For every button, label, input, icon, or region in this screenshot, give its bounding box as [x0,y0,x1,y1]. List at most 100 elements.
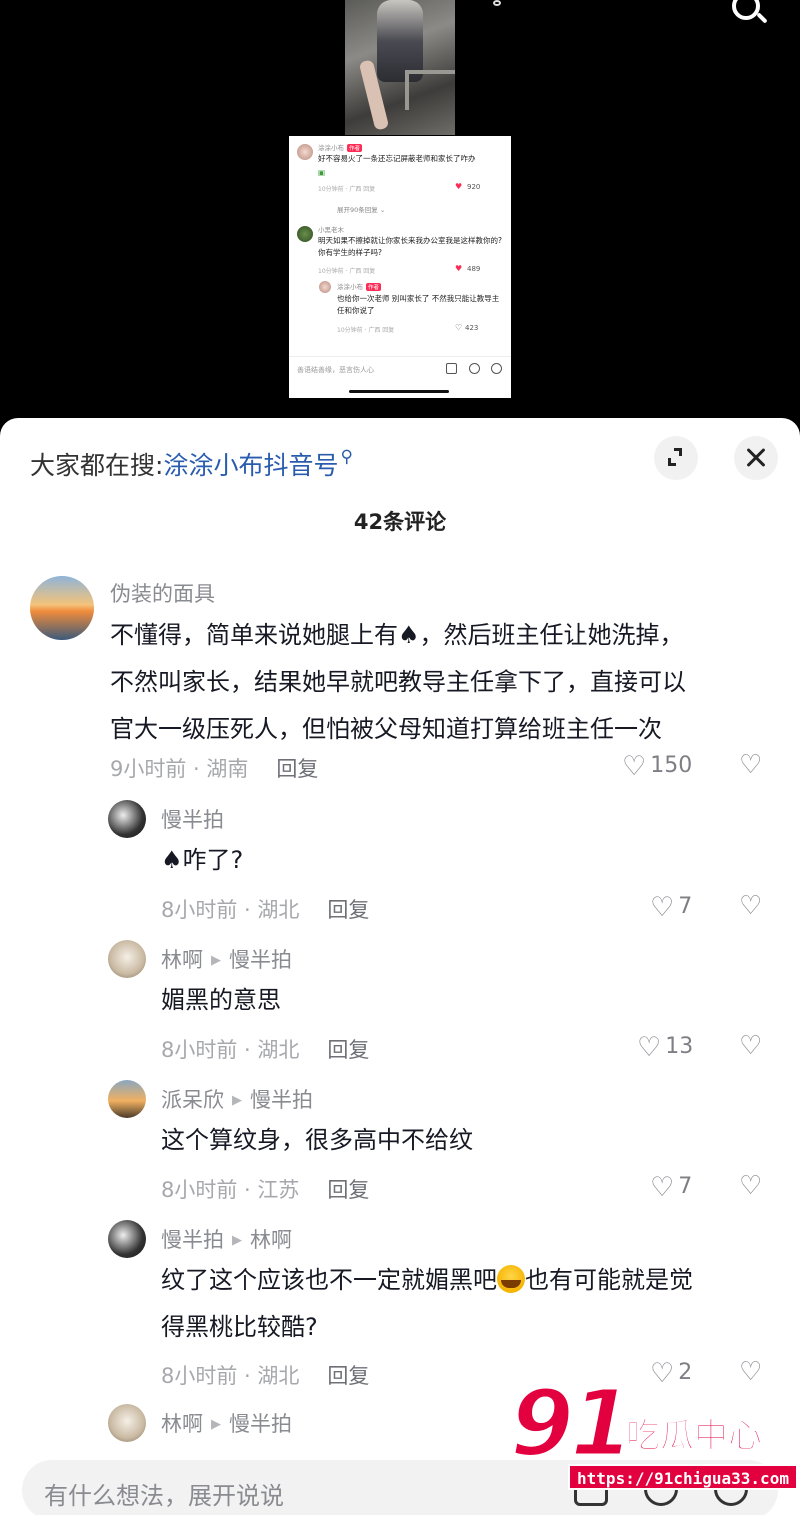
heart-icon: ♡ [637,1032,662,1063]
like-button[interactable]: ♡ 7 [650,892,692,923]
mini-expand-replies: 展开90条回复 ⌄ [337,206,386,214]
comment-username[interactable]: 林啊 [161,948,203,972]
mini-meta: 10分钟前 · 广西 回复 [318,186,376,193]
search-icon[interactable] [726,0,770,36]
search-icon: ⚲ [340,447,353,467]
dislike-icon[interactable]: ♡ [739,891,762,921]
comment-time-location: 8小时前 · 江苏 [161,1178,300,1202]
emoji-icon [491,363,502,374]
reply-target-username[interactable]: 慢半拍 [250,1088,313,1112]
mini-comment-text: 好不容易火了一条还忘记屏蔽老师和家长了咋办 [318,154,476,163]
laughing-crying-emoji-icon [497,1265,525,1293]
close-button[interactable] [734,436,778,480]
avatar [297,144,313,160]
like-button[interactable]: ♡ 7 [650,1172,692,1203]
video-thumbnail[interactable] [345,0,455,135]
comment-sheet: 大家都在搜:涂涂小布抖音号 ⚲ 42条评论 伪装的面具 不懂得，简单来说她腿上有♠… [0,418,800,1515]
mini-like-count: 489 [467,265,481,273]
location-pin-icon [493,0,501,6]
reply-button[interactable]: 回复 [327,1364,369,1388]
comment-text-line: 不然叫家长，结果她早就吧教导主任拿下了，直接可以 [110,668,686,696]
search-suggestion-keyword[interactable]: 涂涂小布抖音号 [163,451,338,480]
comment-text-line: 纹了这个应该也不一定就媚黑吧 也有可能就是觉 [161,1257,693,1304]
reply-arrow-icon: ▶ [232,1093,242,1108]
mini-like-count: 423 [465,324,479,332]
mini-like-count: 920 [467,183,481,191]
reply-target-username[interactable]: 林啊 [250,1228,292,1252]
avatar[interactable] [30,576,94,640]
comment-text-line: 官大一级压死人，但怕被父母知道打算给班主任一次 [110,715,662,743]
expand-icon [674,448,682,456]
avatar[interactable] [108,1404,146,1442]
like-count: 7 [678,894,693,919]
mini-meta: 10分钟前 · 广西 回复 [337,327,395,334]
video-railing [405,70,455,110]
comment-input-placeholder: 有什么想法，展开说说 [44,1482,284,1510]
like-button[interactable]: ♡ 150 [622,751,692,782]
search-suggestion[interactable]: 大家都在搜:涂涂小布抖音号 ⚲ [30,446,353,482]
heart-icon: ♥ [455,264,463,273]
mini-username: 涂涂小布 [318,144,344,152]
comment-time-location: 8小时前 · 湖北 [161,1364,300,1388]
reply-arrow-icon: ▶ [211,1417,221,1432]
reply-button[interactable]: 回复 [276,757,318,781]
like-count: 13 [665,1034,694,1059]
reply-arrow-icon: ▶ [232,1233,242,1248]
comment-username[interactable]: 慢半拍 [161,804,224,834]
avatar [297,226,313,242]
like-count: 150 [650,753,693,778]
home-indicator [349,390,449,393]
heart-icon: ♡ [622,751,647,782]
author-badge: 作者 [366,283,382,291]
comment-username[interactable]: 林啊 [161,1412,203,1436]
expand-button[interactable] [654,436,698,480]
comment-username[interactable]: 慢半拍 [161,1228,224,1252]
reply-arrow-icon: ▶ [211,953,221,968]
like-button[interactable]: ♡ 13 [637,1032,693,1063]
avatar[interactable] [108,940,146,978]
mini-meta: 10分钟前 · 广西 回复 [318,268,376,275]
mini-input-placeholder: 善语结善缘，恶言伤人心 [297,366,374,374]
comment-count-title: 42条评论 [353,510,447,534]
avatar[interactable] [108,1220,146,1258]
dislike-icon[interactable]: ♡ [739,750,762,780]
reply-target-username[interactable]: 慢半拍 [229,948,292,972]
comment-text-line: 不懂得，简单来说她腿上有♠，然后班主任让她洗掉， [110,621,684,649]
dislike-icon[interactable]: ♡ [739,1171,762,1201]
watermark-logo: 91 吃瓜中心 https://91chigua33.com [508,1369,800,1515]
search-suggestion-prefix: 大家都在搜: [30,451,164,480]
comment-username[interactable]: 派呆欣 [161,1088,224,1112]
reply-target-username[interactable]: 慢半拍 [229,1412,292,1436]
comment-time-location: 8小时前 · 湖北 [161,1038,300,1062]
heart-outline-icon: ♡ [455,323,463,332]
mini-comment-text: 也给你一次老师 别叫家长了 不然我只能让教导主任和你说了 [337,294,500,315]
comment-text-part: 纹了这个应该也不一定就媚黑吧 [161,1266,497,1294]
mini-input-bar: 善语结善缘，恶言伤人心 [289,356,511,382]
watermark-url: https://91chigua33.com [568,1464,798,1490]
reply-button[interactable]: 回复 [327,1038,369,1062]
heart-icon: ♡ [650,1172,675,1203]
comment-text: 媚黑的意思 [161,986,281,1014]
mini-emoji-icon: ▣ [318,168,326,177]
comment-text: 这个算纹身，很多高中不给纹 [161,1126,473,1154]
avatar[interactable] [108,1080,146,1118]
avatar[interactable] [108,800,146,838]
heart-icon: ♡ [650,892,675,923]
comment-username[interactable]: 伪装的面具 [110,578,215,608]
watermark-number: 91 [508,1369,635,1479]
embedded-comment-screenshot: 涂涂小布 作者 好不容易火了一条还忘记屏蔽老师和家长了咋办 ▣ 10分钟前 · 广… [289,136,511,398]
at-icon [469,363,480,374]
like-count: 7 [678,1174,693,1199]
image-icon [446,363,457,374]
reply-button[interactable]: 回复 [327,1178,369,1202]
mini-username: 涂涂小布 [337,283,363,291]
watermark-name: 吃瓜中心 [626,1416,763,1457]
comment-text: ♠咋了? [161,846,244,874]
comment-text-line: 得黑桃比较酷? [161,1313,318,1341]
comment-text-part: 也有可能就是觉 [525,1266,693,1294]
dislike-icon[interactable]: ♡ [739,1031,762,1061]
video-background: 涂涂小布 作者 好不容易火了一条还忘记屏蔽老师和家长了咋办 ▣ 10分钟前 · 广… [0,0,800,420]
reply-button[interactable]: 回复 [327,898,369,922]
avatar [319,281,331,293]
comment-time-location: 9小时前 · 湖南 [110,757,249,781]
